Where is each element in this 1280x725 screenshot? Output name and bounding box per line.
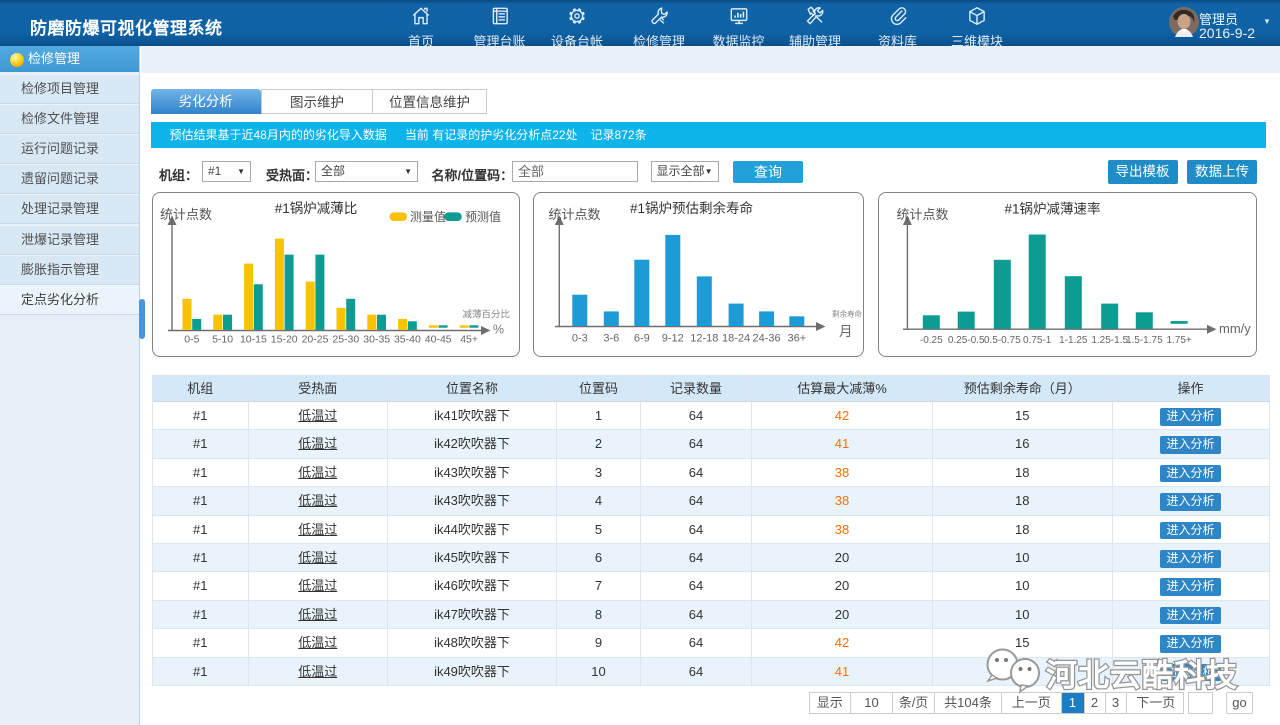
- svg-text:减薄百分比: 减薄百分比: [462, 309, 510, 321]
- svg-text:25-30: 25-30: [332, 334, 359, 346]
- svg-text:#1锅炉减薄比: #1锅炉减薄比: [275, 201, 358, 216]
- svg-text:mm/y: mm/y: [1219, 321, 1251, 336]
- svg-text:#1锅炉预估剩余寿命: #1锅炉预估剩余寿命: [629, 200, 753, 216]
- svg-text:5-10: 5-10: [212, 334, 233, 346]
- svg-text:剩余寿命: 剩余寿命: [832, 309, 862, 319]
- svg-text:45+: 45+: [460, 334, 478, 346]
- svg-text:36+: 36+: [787, 333, 806, 345]
- svg-text:1.5-1.75: 1.5-1.75: [1126, 335, 1163, 346]
- svg-text:预测值: 预测值: [465, 209, 501, 224]
- svg-text:0.5-0.75: 0.5-0.75: [984, 335, 1021, 346]
- svg-text:6-9: 6-9: [633, 333, 649, 345]
- svg-text:测量值: 测量值: [410, 209, 446, 224]
- svg-text:%: %: [493, 323, 504, 337]
- svg-text:统计点数: 统计点数: [548, 207, 600, 222]
- svg-text:12-18: 12-18: [690, 333, 718, 345]
- svg-text:0.25-0.5: 0.25-0.5: [948, 335, 985, 346]
- svg-text:0.75-1: 0.75-1: [1023, 335, 1052, 346]
- svg-text:统计点数: 统计点数: [897, 207, 949, 222]
- svg-text:1.25-1.5: 1.25-1.5: [1091, 335, 1128, 346]
- svg-text:10-15: 10-15: [240, 334, 267, 346]
- svg-text:统计点数: 统计点数: [160, 207, 212, 222]
- svg-text:1.75+: 1.75+: [1166, 335, 1191, 346]
- svg-text:0-3: 0-3: [571, 333, 587, 345]
- svg-text:24-36: 24-36: [752, 333, 780, 345]
- svg-text:9-12: 9-12: [661, 333, 683, 345]
- svg-text:3-6: 3-6: [603, 333, 619, 345]
- svg-text:40-45: 40-45: [425, 334, 452, 346]
- svg-text:-0.25: -0.25: [920, 335, 943, 346]
- svg-text:35-40: 35-40: [394, 334, 421, 346]
- svg-text:0-5: 0-5: [184, 334, 199, 346]
- svg-text:月: 月: [839, 324, 853, 339]
- svg-text:20-25: 20-25: [302, 334, 329, 346]
- svg-text:1-1.25: 1-1.25: [1059, 335, 1088, 346]
- svg-text:15-20: 15-20: [271, 334, 298, 346]
- svg-text:18-24: 18-24: [722, 333, 750, 345]
- svg-text:30-35: 30-35: [363, 334, 390, 346]
- svg-text:#1锅炉减薄速率: #1锅炉减薄速率: [1004, 201, 1100, 217]
